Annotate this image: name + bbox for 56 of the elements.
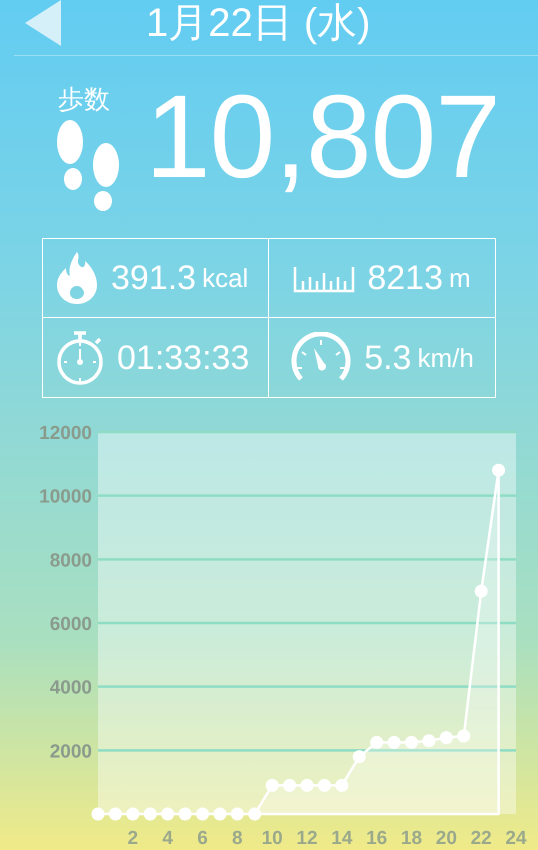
data-point xyxy=(388,736,401,749)
data-point xyxy=(144,808,157,820)
x-axis-label: 14 xyxy=(331,828,352,849)
steps-label: 歩数 xyxy=(58,86,110,112)
y-axis-label: 10000 xyxy=(39,486,92,508)
x-axis-label: 22 xyxy=(470,828,492,849)
y-axis-label: 2000 xyxy=(50,741,92,762)
x-axis-label: 2 xyxy=(128,828,138,849)
x-axis-label: 8 xyxy=(232,828,243,849)
data-point xyxy=(196,808,209,820)
step-count: 10,807 xyxy=(145,78,500,196)
data-point xyxy=(405,736,418,749)
data-point xyxy=(161,808,174,820)
data-point xyxy=(492,464,506,477)
data-point xyxy=(283,778,296,792)
x-axis-label: 16 xyxy=(366,828,388,849)
data-point xyxy=(474,584,488,598)
data-point xyxy=(266,778,279,792)
stat-value: 01:33:33 xyxy=(117,340,250,374)
stopwatch-icon xyxy=(55,328,105,386)
data-point xyxy=(248,808,262,820)
x-axis-label: 12 xyxy=(296,828,318,849)
data-point xyxy=(230,808,244,820)
y-axis-label: 6000 xyxy=(50,614,92,635)
data-point xyxy=(126,808,140,820)
x-axis-label: 18 xyxy=(400,828,422,849)
x-axis-label: 20 xyxy=(436,828,457,849)
y-axis-label: 8000 xyxy=(50,550,92,572)
data-point xyxy=(440,731,453,744)
flame-icon xyxy=(55,250,99,306)
x-axis-label: 10 xyxy=(262,828,283,849)
data-point xyxy=(422,734,436,748)
date-title: 1月22日 (水) xyxy=(146,2,370,42)
stat-value: 5.3 xyxy=(364,340,412,374)
stat-value: 8213 xyxy=(367,261,443,295)
x-axis-label: 6 xyxy=(197,828,208,849)
stat-unit: km/h xyxy=(417,344,474,370)
data-point xyxy=(92,808,104,820)
stat-value: 391.3 xyxy=(111,261,196,295)
stat-unit: m xyxy=(448,265,471,291)
y-axis-label: 12000 xyxy=(39,423,92,444)
data-point xyxy=(370,736,384,749)
x-axis-label: 24 xyxy=(505,828,527,849)
data-point xyxy=(108,808,122,820)
data-point xyxy=(335,778,348,792)
stat-unit: kcal xyxy=(202,265,248,291)
data-point xyxy=(457,730,470,742)
back-arrow-icon[interactable] xyxy=(25,0,61,46)
data-point xyxy=(318,778,331,792)
x-axis-label: 4 xyxy=(162,828,173,849)
data-point xyxy=(213,808,226,820)
y-axis-label: 4000 xyxy=(50,678,92,699)
data-point xyxy=(178,808,192,820)
data-point xyxy=(300,778,314,792)
speedometer-icon xyxy=(290,332,352,384)
data-point xyxy=(352,750,366,764)
